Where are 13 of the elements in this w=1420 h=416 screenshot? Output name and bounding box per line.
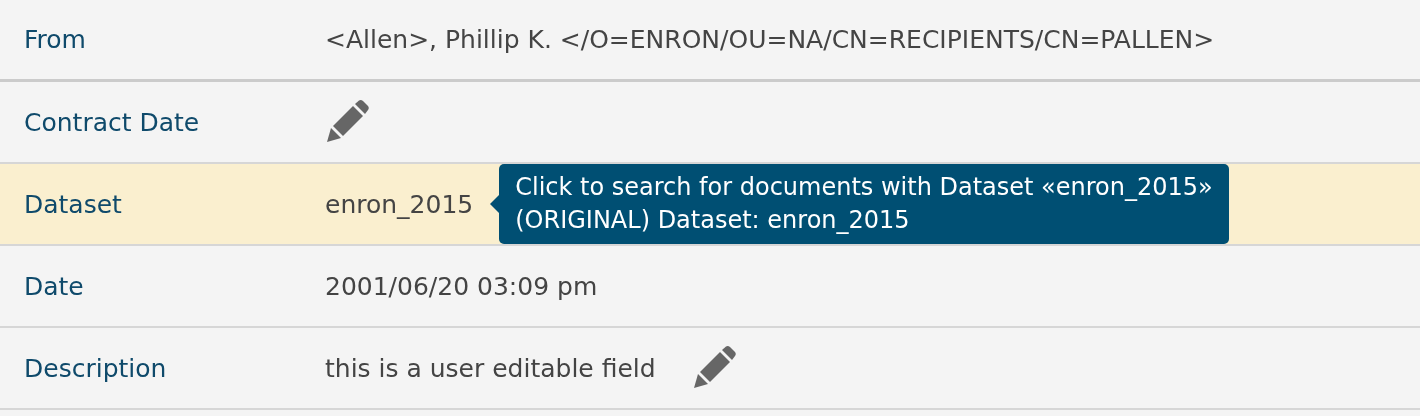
pencil-icon[interactable] (325, 100, 369, 144)
field-label: Contract Date (23, 107, 201, 137)
tooltip-text: (ORIGINAL) Dataset: enron_2015 (515, 205, 911, 236)
field-label: Description (23, 353, 168, 383)
pencil-icon[interactable] (691, 346, 736, 390)
field-value: enron_2015 (325, 189, 474, 219)
tooltip-text: Click to search for documents with Dataset «enron_2015» (515, 172, 1213, 203)
field-value: 2001/06/20 03:09 pm (325, 271, 598, 301)
field-value: this is a user editable field (325, 353, 656, 383)
field-label: Dataset (23, 189, 123, 219)
field-label: Date (23, 271, 85, 301)
field-label: From (23, 25, 87, 54)
field-value: <Allen>, Phillip K. </O=ENRON/OU=NA/CN=RECIPIENTS/CN=PALLEN> (325, 25, 1215, 54)
